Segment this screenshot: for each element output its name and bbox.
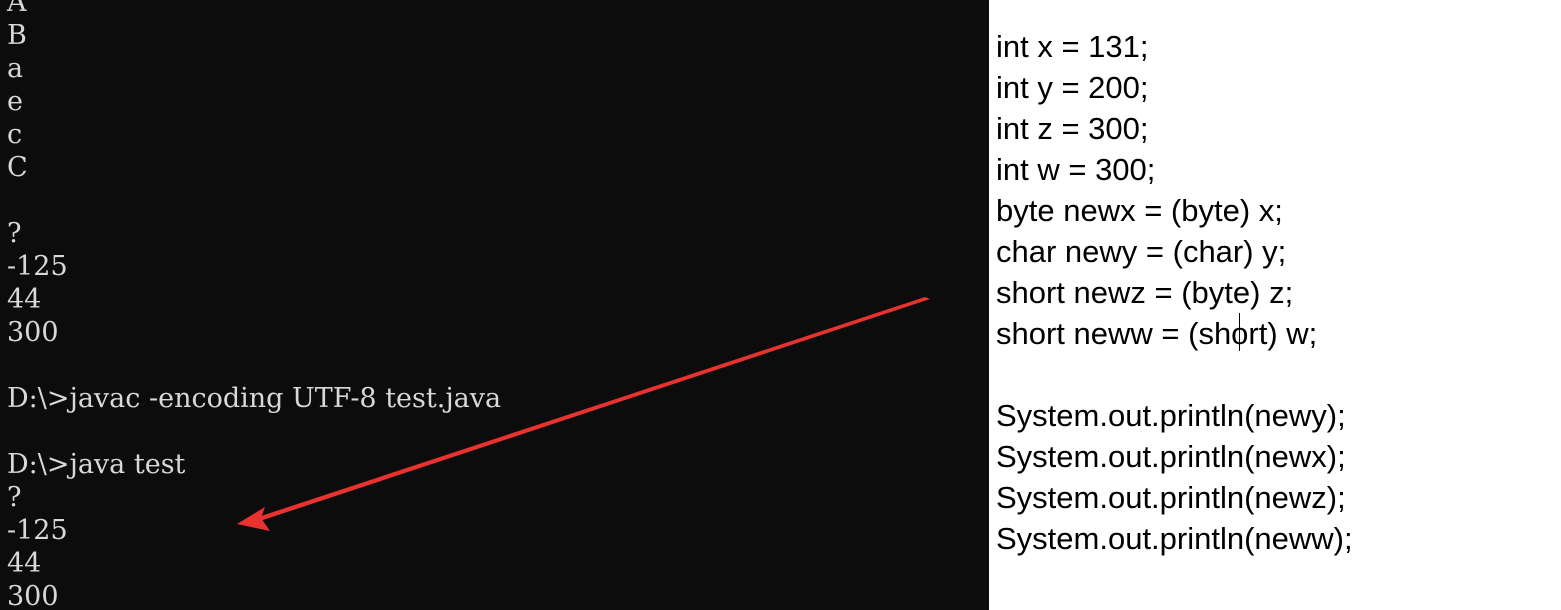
code-line: System.out.println(newx); (996, 439, 1346, 474)
terminal-line: 300 (7, 317, 59, 348)
code-line: int y = 200; (996, 70, 1149, 105)
terminal-window[interactable]: A B a e c C ? -125 44 300 D:\>javac -enc… (0, 0, 989, 610)
code-editor[interactable]: int x = 131; int y = 200; int z = 300; i… (989, 0, 1561, 610)
terminal-line: ? (7, 218, 22, 249)
terminal-line: 44 (7, 284, 42, 315)
terminal-line: a (7, 53, 24, 84)
code-line: int z = 300; (996, 111, 1149, 146)
code-line: byte newx = (byte) x; (996, 193, 1283, 228)
terminal-line: B (7, 20, 27, 51)
terminal-line: C (7, 152, 28, 183)
terminal-line: -125 (7, 251, 68, 282)
code-line: int w = 300; (996, 152, 1156, 187)
code-line: int x = 131; (996, 29, 1149, 64)
terminal-line: 44 (7, 548, 42, 579)
terminal-command-line: D:\>java test (7, 449, 186, 480)
code-line: char newy = (char) y; (996, 234, 1287, 269)
terminal-command-line: D:\>javac -encoding UTF-8 test.java (7, 383, 502, 414)
terminal-output: A B a e c C ? -125 44 300 D:\>javac -enc… (7, 0, 501, 610)
code-line: System.out.println(newy); (996, 398, 1346, 433)
terminal-line: A (7, 0, 27, 18)
terminal-line: c (7, 119, 23, 150)
code-line: System.out.println(newz); (996, 480, 1346, 515)
terminal-line: e (7, 86, 23, 117)
code-line: short neww = (short) w; (996, 316, 1318, 351)
code-listing: int x = 131; int y = 200; int z = 300; i… (996, 26, 1353, 559)
terminal-line: ? (7, 482, 22, 513)
screenshot-root: A B a e c C ? -125 44 300 D:\>javac -enc… (0, 0, 1561, 610)
terminal-line: -125 (7, 515, 68, 546)
code-line: System.out.println(neww); (996, 521, 1353, 556)
code-line: short newz = (byte) z; (996, 275, 1294, 310)
terminal-line: 300 (7, 581, 59, 610)
text-caret (1239, 313, 1240, 351)
